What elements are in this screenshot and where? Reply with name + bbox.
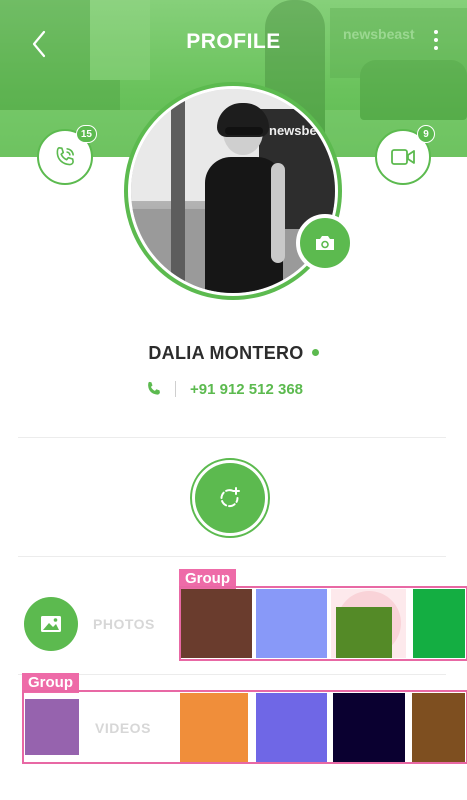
phone-call-icon [56, 146, 74, 166]
phone-number[interactable]: +91 912 512 368 [190, 381, 303, 398]
photo-thumbnail-inner [336, 607, 392, 658]
call-count-badge: 15 [75, 125, 97, 143]
profile-name: DALIA MONTERO [148, 343, 304, 363]
image-icon [41, 616, 61, 632]
video-thumbnail[interactable] [180, 693, 248, 762]
call-button[interactable]: 15 [37, 125, 97, 185]
video-thumbnail[interactable] [256, 693, 327, 762]
video-count-badge: 9 [417, 125, 435, 143]
camera-icon [316, 236, 334, 250]
online-status-dot [311, 349, 319, 357]
phone-row: +91 912 512 368 [145, 380, 303, 398]
more-options-button[interactable] [430, 30, 442, 56]
video-thumbnail[interactable] [333, 693, 405, 762]
page-title: PROFILE [186, 30, 281, 53]
photos-label: PHOTOS [93, 616, 155, 632]
section-divider [18, 437, 446, 438]
phone-divider [175, 381, 176, 397]
section-divider [18, 674, 446, 675]
phone-icon[interactable] [145, 380, 163, 398]
video-thumbnail[interactable] [412, 693, 465, 762]
video-camera-icon [391, 149, 415, 165]
profile-name-row: DALIA MONTERO [0, 343, 467, 364]
add-contact-icon [220, 487, 240, 508]
photo-thumbnail[interactable] [181, 589, 252, 658]
photos-button[interactable] [24, 597, 78, 651]
photo-thumbnail[interactable] [331, 589, 406, 658]
photo-thumbnail[interactable] [413, 589, 465, 658]
add-button[interactable] [190, 458, 270, 538]
video-thumbnail[interactable] [25, 699, 79, 755]
section-divider [18, 556, 446, 557]
more-vertical-icon [430, 30, 442, 50]
photo-thumbnail[interactable] [256, 589, 327, 658]
video-call-button[interactable]: 9 [375, 125, 435, 185]
change-photo-button[interactable] [296, 214, 354, 272]
